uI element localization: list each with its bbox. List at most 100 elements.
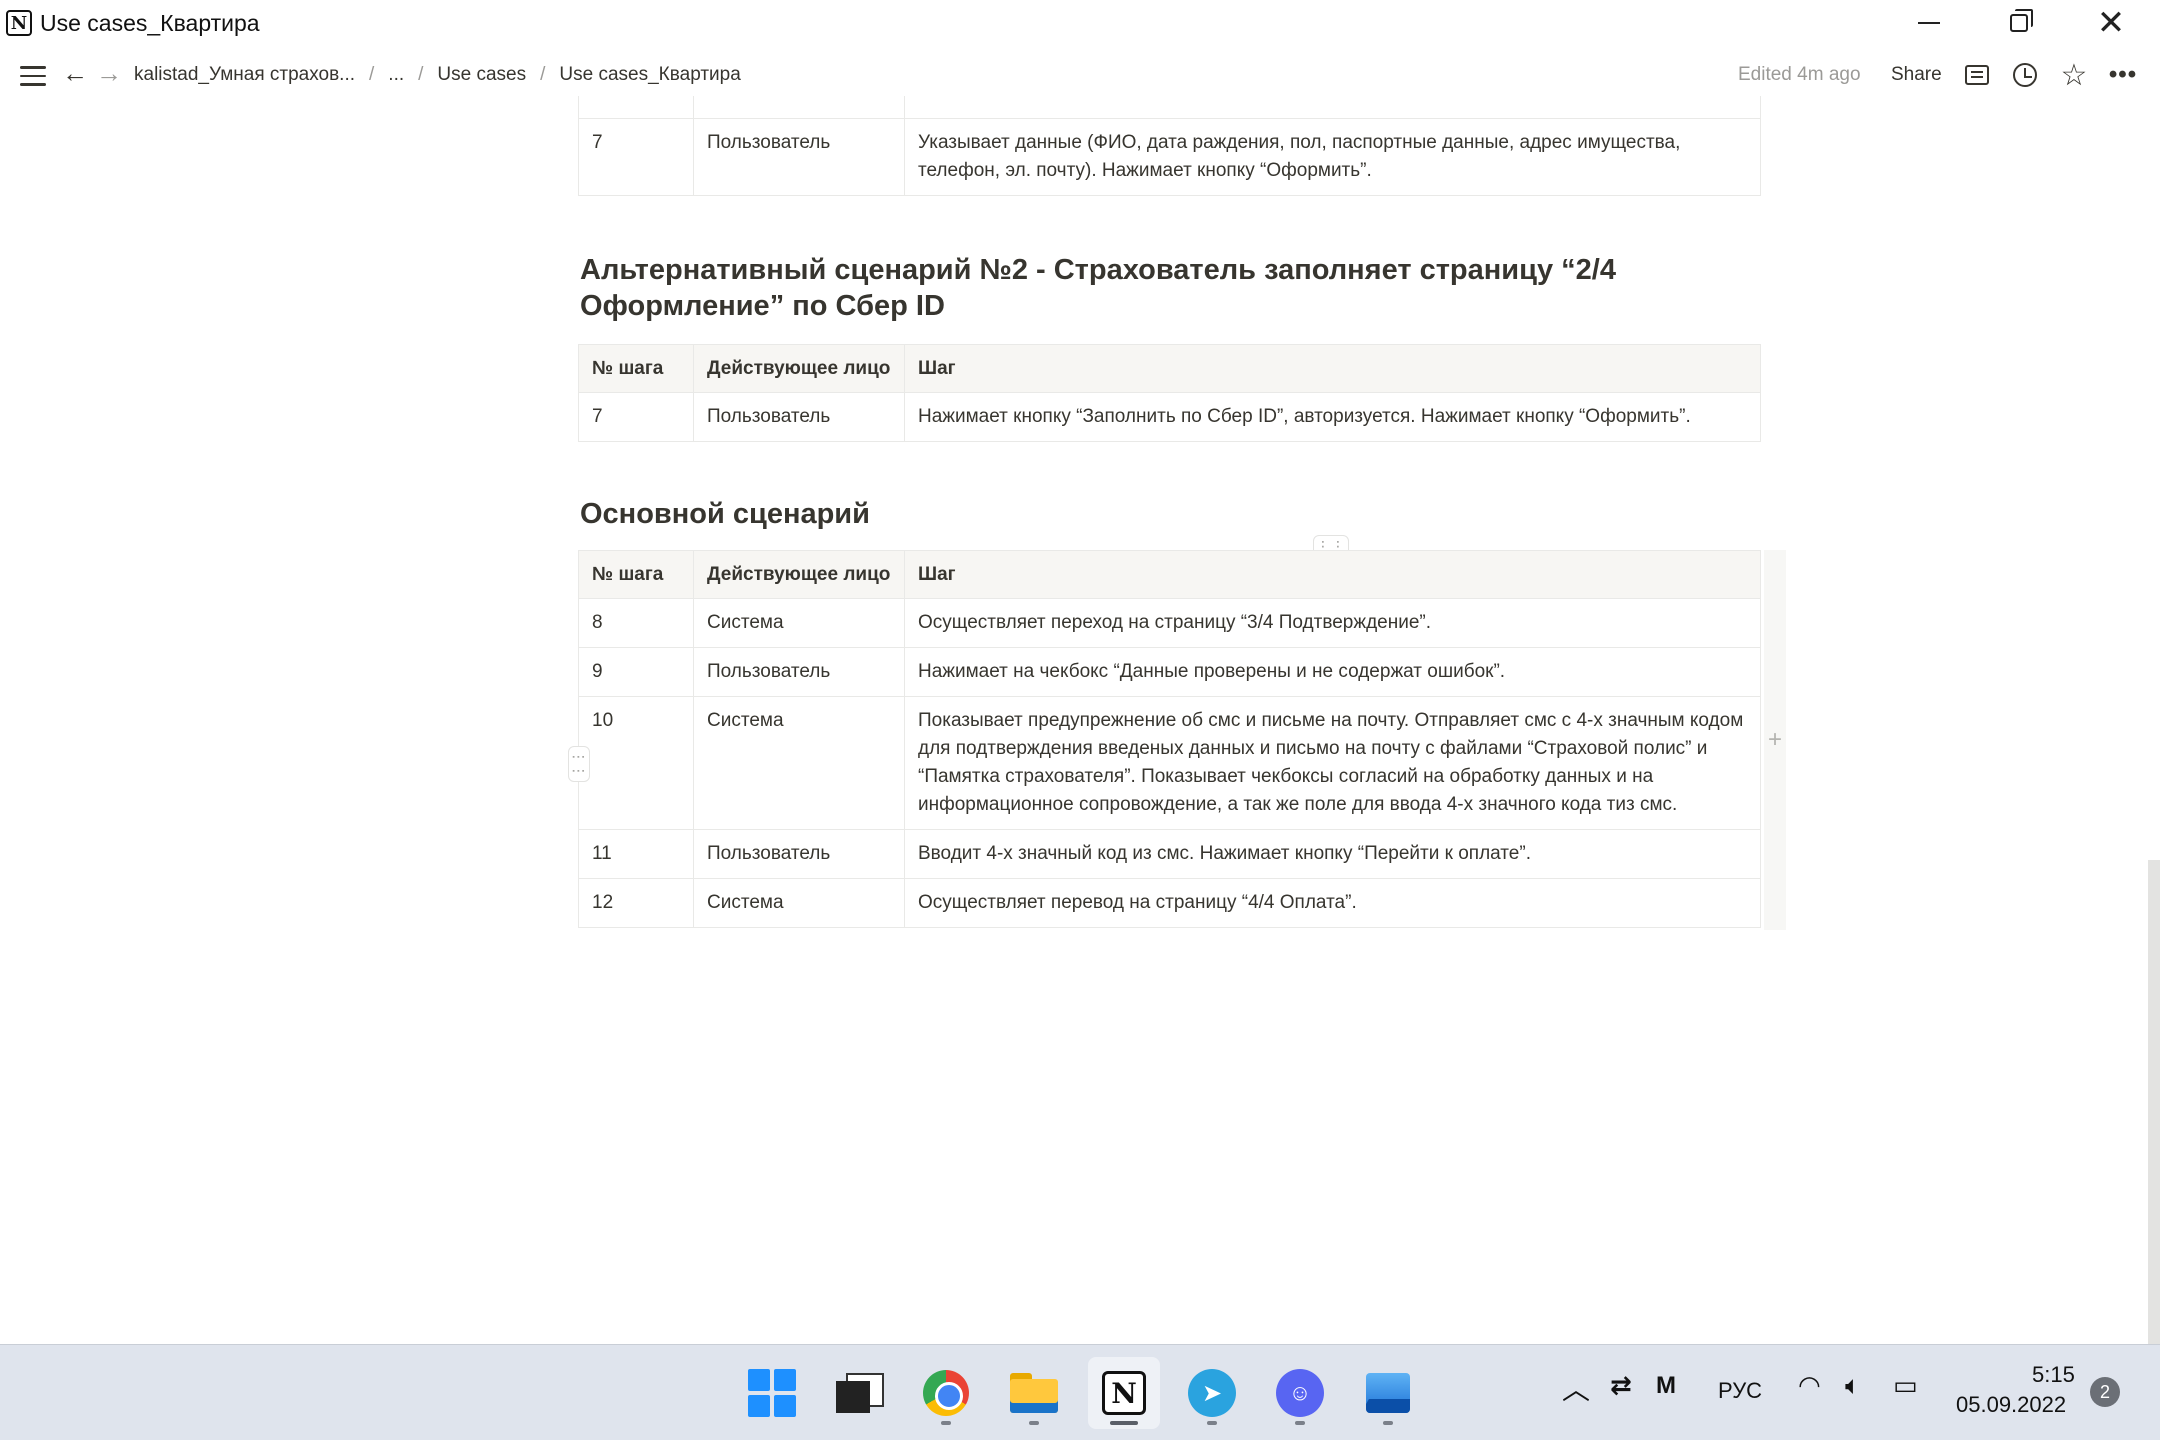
- table-cell-action[interactable]: Осуществляет переход на страницу “3/4 По…: [904, 598, 1761, 648]
- taskbar-app-tv[interactable]: [822, 1357, 894, 1429]
- table-cell-step[interactable]: 7: [578, 392, 694, 442]
- photos-icon: [1366, 1373, 1410, 1413]
- page-topbar: ← → kalistad_Умная страхов... / ... / Us…: [0, 56, 2160, 96]
- share-button[interactable]: Share: [1891, 64, 1942, 86]
- table-cell[interactable]: [904, 96, 1761, 119]
- table-cell-action[interactable]: Указывает данные (ФИО, дата раждения, по…: [904, 118, 1761, 196]
- table-header-actor[interactable]: Действующее лицо: [693, 550, 905, 599]
- table-header-row: № шага Действующее лицо Шаг: [578, 550, 1761, 599]
- favorite-star-icon[interactable]: ☆: [2057, 58, 2091, 92]
- notification-badge[interactable]: 2: [2090, 1377, 2120, 1407]
- row-drag-handle-icon[interactable]: ⋮⋮: [568, 746, 590, 782]
- minimize-button[interactable]: [1884, 0, 1974, 46]
- scenario-table-prev: 7 Пользователь Указывает данные (ФИО, да…: [578, 96, 1761, 196]
- table-cell-actor[interactable]: Пользователь: [693, 118, 905, 196]
- breadcrumb-separator: /: [540, 64, 546, 85]
- tv-app-icon: [836, 1373, 884, 1413]
- vertical-scrollbar[interactable]: [2148, 860, 2160, 1344]
- table-row: 7 Пользователь Указывает данные (ФИО, да…: [578, 118, 1761, 196]
- notion-icon: N: [1102, 1371, 1146, 1415]
- table-cell-action[interactable]: Осуществляет перевод на страницу “4/4 Оп…: [904, 878, 1761, 928]
- sidebar-toggle-icon[interactable]: [20, 66, 46, 86]
- table-cell-step[interactable]: 12: [578, 878, 694, 928]
- window-title: Use cases_Квартира: [40, 10, 260, 36]
- notion-logo-icon: N: [6, 10, 32, 36]
- taskbar-app-explorer[interactable]: [998, 1357, 1070, 1429]
- table-cell-action[interactable]: Вводит 4-х значный код из смс. Нажимает …: [904, 829, 1761, 879]
- taskbar-app-photos[interactable]: [1352, 1357, 1424, 1429]
- breadcrumb: kalistad_Умная страхов... / ... / Use ca…: [134, 64, 741, 86]
- chrome-icon: [923, 1370, 969, 1416]
- table-cell-action[interactable]: Показывает предупрежнение об смс и письм…: [904, 696, 1761, 830]
- table-header-actor[interactable]: Действующее лицо: [693, 344, 905, 393]
- breadcrumb-item[interactable]: kalistad_Умная страхов...: [134, 64, 355, 86]
- table-cell-actor[interactable]: Пользователь: [693, 829, 905, 879]
- table-row: 8 Система Осуществляет переход на страни…: [578, 598, 1761, 648]
- telegram-icon: ➤: [1188, 1369, 1236, 1417]
- table-cell-actor[interactable]: Пользователь: [693, 392, 905, 442]
- section-heading-alt2[interactable]: Альтернативный сценарий №2 - Страховател…: [580, 252, 1680, 324]
- discord-icon: ☺: [1276, 1369, 1324, 1417]
- table-cell-step[interactable]: 7: [578, 118, 694, 196]
- table-row: 10 Система Показывает предупрежнение об …: [578, 696, 1761, 830]
- start-button[interactable]: [736, 1357, 808, 1429]
- close-button[interactable]: ✕: [2066, 0, 2156, 46]
- restore-icon: [2010, 9, 2033, 32]
- table-header-action[interactable]: Шаг: [904, 550, 1761, 599]
- table-cell-actor[interactable]: Система: [693, 696, 905, 830]
- equalizer-tray-icon[interactable]: ⇄: [1610, 1370, 1632, 1401]
- comments-icon[interactable]: [1960, 58, 1994, 92]
- edited-status: Edited 4m ago: [1738, 64, 1861, 85]
- table-cell-step[interactable]: 9: [578, 647, 694, 697]
- table-row: 12 Система Осуществляет перевод на стран…: [578, 878, 1761, 928]
- table-cell-actor[interactable]: Пользователь: [693, 647, 905, 697]
- restore-button[interactable]: [1974, 0, 2064, 46]
- clock-date[interactable]: 05.09.2022: [1956, 1392, 2066, 1418]
- table-row: 9 Пользователь Нажимает на чекбокс “Данн…: [578, 647, 1761, 697]
- back-arrow-icon[interactable]: ←: [62, 58, 88, 89]
- table-cell-action[interactable]: Нажимает кнопку “Заполнить по Сбер ID”, …: [904, 392, 1761, 442]
- table-row: 7 Пользователь Нажимает кнопку “Заполнит…: [578, 392, 1761, 442]
- tray-app-icon[interactable]: M: [1656, 1372, 1676, 1400]
- scenario-table-alt2: № шага Действующее лицо Шаг 7 Пользовате…: [578, 344, 1761, 442]
- section-heading-main[interactable]: Основной сценарий: [580, 496, 870, 532]
- windows-start-icon: [748, 1369, 796, 1417]
- table-header-step[interactable]: № шага: [578, 344, 694, 393]
- table-cell-actor[interactable]: Система: [693, 878, 905, 928]
- taskbar-app-notion[interactable]: N: [1088, 1357, 1160, 1429]
- breadcrumb-item[interactable]: Use cases_Квартира: [559, 64, 740, 86]
- more-options-icon[interactable]: •••: [2106, 58, 2140, 92]
- table-header-action[interactable]: Шаг: [904, 344, 1761, 393]
- battery-icon[interactable]: ▭: [1893, 1370, 1918, 1401]
- table-cell-step[interactable]: 11: [578, 829, 694, 879]
- page-content: 7 Пользователь Указывает данные (ФИО, да…: [0, 96, 2150, 1344]
- table-cell-action[interactable]: Нажимает на чекбокс “Данные проверены и …: [904, 647, 1761, 697]
- plus-icon: +: [1767, 726, 1782, 753]
- table-cell-step[interactable]: 8: [578, 598, 694, 648]
- breadcrumb-separator: /: [418, 64, 424, 85]
- taskbar-app-discord[interactable]: ☺: [1264, 1357, 1336, 1429]
- table-header-step[interactable]: № шага: [578, 550, 694, 599]
- clock-time[interactable]: 5:15: [2032, 1362, 2075, 1388]
- table-header-row: № шага Действующее лицо Шаг: [578, 344, 1761, 393]
- table-row: 11 Пользователь Вводит 4-х значный код и…: [578, 829, 1761, 879]
- windows-taskbar: N ➤ ☺: [0, 1344, 2160, 1440]
- breadcrumb-item[interactable]: Use cases: [437, 64, 526, 86]
- input-language-indicator[interactable]: РУС: [1718, 1378, 1762, 1404]
- taskbar-app-telegram[interactable]: ➤: [1176, 1357, 1248, 1429]
- updates-clock-icon[interactable]: [2008, 58, 2042, 92]
- scenario-table-main: № шага Действующее лицо Шаг 8 Система Ос…: [578, 550, 1761, 928]
- show-hidden-icons-chevron-icon[interactable]: ︿: [1562, 1368, 1590, 1408]
- minimize-icon: [1918, 22, 1940, 24]
- table-cell-step[interactable]: 10: [578, 696, 694, 830]
- table-cell-actor[interactable]: Система: [693, 598, 905, 648]
- volume-icon[interactable]: 🔈︎: [1845, 1370, 1861, 1402]
- taskbar-app-chrome[interactable]: [910, 1357, 982, 1429]
- table-cell[interactable]: [693, 96, 905, 119]
- breadcrumb-item[interactable]: ...: [388, 64, 404, 86]
- forward-arrow-icon[interactable]: →: [96, 58, 122, 89]
- add-column-button[interactable]: +: [1764, 550, 1786, 930]
- wifi-icon[interactable]: ◠: [1798, 1370, 1821, 1401]
- table-cell[interactable]: [578, 96, 694, 119]
- breadcrumb-separator: /: [369, 64, 375, 85]
